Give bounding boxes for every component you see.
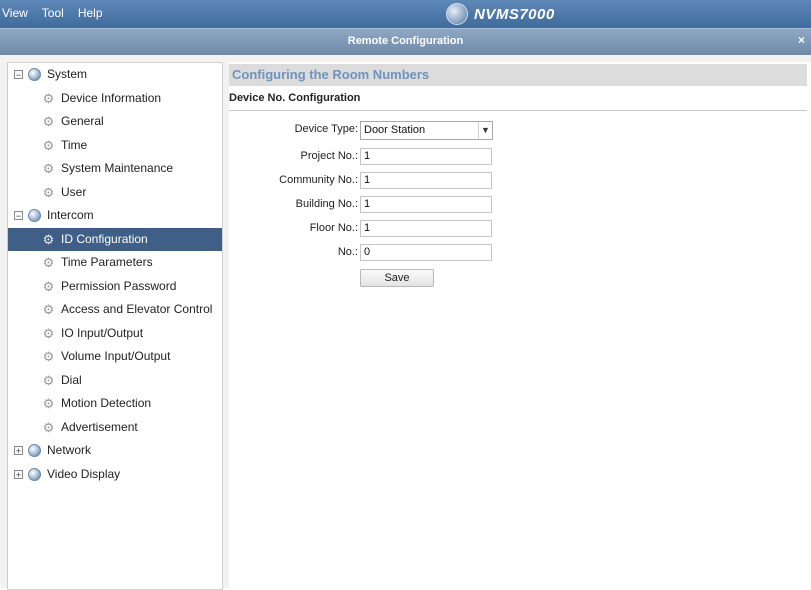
tree-node-network[interactable]: + Network xyxy=(8,439,222,463)
floor-no-row: Floor No.: 1 xyxy=(229,220,529,237)
chevron-down-icon[interactable]: ▼ xyxy=(478,122,492,139)
tree-item-time-parameters[interactable]: ⚙ Time Parameters xyxy=(8,251,222,275)
no-row: No.: 0 xyxy=(229,244,529,261)
building-no-input[interactable]: 1 xyxy=(360,196,492,213)
menu-help[interactable]: Help xyxy=(76,6,105,20)
floor-no-input[interactable]: 1 xyxy=(360,220,492,237)
tree-item-io-input-output[interactable]: ⚙ IO Input/Output xyxy=(8,322,222,346)
panel-title: Configuring the Room Numbers xyxy=(229,64,807,86)
remote-configuration-window: − System ⚙ Device Information ⚙ General ⚙ Ti… xyxy=(0,55,811,590)
tree-item-system-maintenance[interactable]: ⚙ System Maintenance xyxy=(8,157,222,181)
gear-icon: ⚙ xyxy=(42,90,55,106)
tree-node-label: Network xyxy=(47,443,92,458)
floor-no-label: Floor No.: xyxy=(309,222,358,234)
close-icon[interactable]: × xyxy=(798,33,805,47)
gear-icon: ⚙ xyxy=(42,349,55,365)
globe-logo-icon xyxy=(446,3,468,25)
community-no-label: Community No.: xyxy=(279,174,358,186)
gear-icon: ⚙ xyxy=(42,325,55,341)
tree-item-access-elevator-control[interactable]: ⚙ Access and Elevator Control xyxy=(8,298,222,322)
collapse-icon[interactable]: − xyxy=(14,211,23,221)
tree-item-id-configuration[interactable]: ⚙ ID Configuration xyxy=(8,227,222,251)
community-no-input[interactable]: 1 xyxy=(360,172,492,189)
menu-view[interactable]: View xyxy=(0,6,30,20)
gear-icon: ⚙ xyxy=(42,137,55,153)
menu-tool[interactable]: Tool xyxy=(40,6,66,20)
gear-icon: ⚙ xyxy=(42,302,55,318)
gear-icon: ⚙ xyxy=(42,231,55,247)
gear-icon: ⚙ xyxy=(42,184,55,200)
building-no-label: Building No.: xyxy=(295,198,358,210)
device-type-value: Door Station xyxy=(364,124,426,136)
project-no-label: Project No.: xyxy=(300,150,358,162)
gear-icon: ⚙ xyxy=(42,278,55,294)
tree-node-video-display[interactable]: + Video Display xyxy=(8,463,222,487)
expand-icon[interactable]: + xyxy=(14,469,23,479)
device-node-icon xyxy=(28,467,41,481)
tree-node-intercom[interactable]: − Intercom xyxy=(8,204,222,228)
tree-node-system[interactable]: − System xyxy=(8,63,222,87)
tree-item-dial[interactable]: ⚙ Dial xyxy=(8,369,222,393)
tree-node-label: System xyxy=(47,67,88,82)
section-subtitle: Device No. Configuration xyxy=(229,92,361,104)
gear-icon: ⚙ xyxy=(42,255,55,271)
gear-icon: ⚙ xyxy=(42,114,55,130)
config-tree: − System ⚙ Device Information ⚙ General ⚙ Ti… xyxy=(7,62,223,590)
tree-item-permission-password[interactable]: ⚙ Permission Password xyxy=(8,275,222,299)
config-panel: Configuring the Room Numbers Device No. … xyxy=(229,62,811,588)
tree-item-general[interactable]: ⚙ General xyxy=(8,110,222,134)
tree-item-user[interactable]: ⚙ User xyxy=(8,181,222,205)
gear-icon: ⚙ xyxy=(42,419,55,435)
device-type-row: Device Type: Door Station ▼ xyxy=(229,121,529,140)
project-no-input[interactable]: 1 xyxy=(360,148,492,165)
building-no-row: Building No.: 1 xyxy=(229,196,529,213)
tree-item-motion-detection[interactable]: ⚙ Motion Detection xyxy=(8,392,222,416)
tree-node-label: Video Display xyxy=(47,466,121,481)
app-name: NVMS7000 xyxy=(474,5,555,23)
device-type-select[interactable]: Door Station ▼ xyxy=(360,121,493,140)
window-title-bar: Remote Configuration × xyxy=(0,28,811,55)
gear-icon: ⚙ xyxy=(42,396,55,412)
no-label: No.: xyxy=(337,246,358,258)
tree-item-volume-input-output[interactable]: ⚙ Volume Input/Output xyxy=(8,345,222,369)
app-brand: NVMS7000 xyxy=(446,3,555,25)
app-top-bar: View Tool Help NVMS7000 xyxy=(0,0,811,28)
tree-item-advertisement[interactable]: ⚙ Advertisement xyxy=(8,416,222,440)
project-no-row: Project No.: 1 xyxy=(229,148,529,165)
window-title: Remote Configuration xyxy=(347,35,464,47)
gear-icon: ⚙ xyxy=(42,161,55,177)
tree-item-device-information[interactable]: ⚙ Device Information xyxy=(8,87,222,111)
expand-icon[interactable]: + xyxy=(14,446,23,456)
no-input[interactable]: 0 xyxy=(360,244,492,261)
device-node-icon xyxy=(28,68,41,82)
device-node-icon xyxy=(28,444,41,458)
tree-node-label: Intercom xyxy=(47,208,94,223)
gear-icon: ⚙ xyxy=(42,372,55,388)
divider xyxy=(229,110,807,111)
collapse-icon[interactable]: − xyxy=(14,70,23,80)
device-type-label: Device Type: xyxy=(294,123,358,135)
save-button[interactable]: Save xyxy=(360,269,434,287)
community-no-row: Community No.: 1 xyxy=(229,172,529,189)
menu-bar: View Tool Help xyxy=(0,6,105,20)
device-node-icon xyxy=(28,209,41,223)
tree-item-time[interactable]: ⚙ Time xyxy=(8,134,222,158)
